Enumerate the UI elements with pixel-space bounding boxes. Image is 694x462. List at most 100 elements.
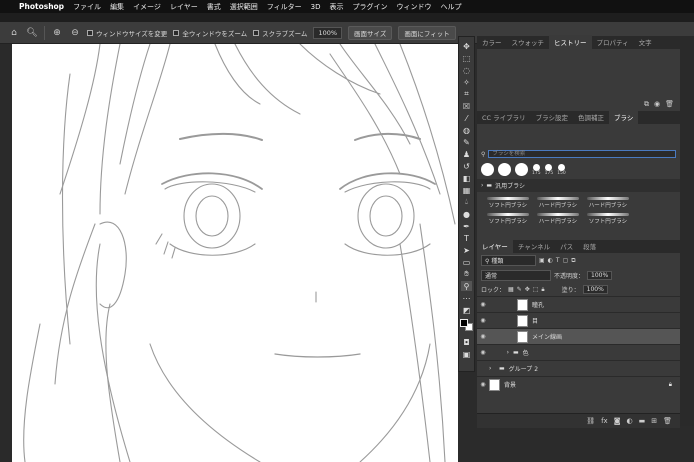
quick-mask-icon[interactable]: ◘ <box>461 337 472 347</box>
brush-tool-icon[interactable]: ✎ <box>461 137 472 147</box>
app-name-menu[interactable]: Photoshop <box>19 2 64 11</box>
tab-brushes[interactable]: ブラシ <box>609 110 639 124</box>
brush-search-input[interactable]: ブラシを検索 <box>488 150 676 158</box>
layer-kind-filter[interactable]: ⚲ 種類 <box>481 255 536 266</box>
lock-artboard-icon[interactable]: ⬚ <box>533 286 539 293</box>
brush-preset[interactable]: ハード円ブラシ <box>535 212 581 225</box>
tab-properties[interactable]: プロパティ <box>592 35 634 49</box>
foreground-color[interactable] <box>460 319 468 327</box>
zoom-value-field[interactable]: 100% <box>313 26 343 39</box>
eye-icon[interactable]: ◉ <box>477 349 489 356</box>
brush-preset[interactable]: ソフト円ブラシ <box>485 212 531 225</box>
zoom-out-icon[interactable]: ⊖ <box>69 27 81 39</box>
layer-row[interactable]: ◉ 目 <box>477 312 680 328</box>
tab-adjustments[interactable]: 色調補正 <box>573 110 609 124</box>
blur-tool-icon[interactable]: 💧︎ <box>461 197 472 207</box>
fill-field[interactable]: 100% <box>582 285 608 294</box>
lock-position-icon[interactable]: ✥ <box>525 286 530 293</box>
filter-pixel-icon[interactable]: ▣ <box>539 257 545 264</box>
hand-tool-icon[interactable]: ✋︎ <box>461 269 472 279</box>
tab-channels[interactable]: チャンネル <box>513 239 555 253</box>
blend-mode-select[interactable]: 通常 <box>481 270 551 281</box>
chevron-right-icon[interactable]: › <box>489 365 495 372</box>
magic-wand-icon[interactable]: ✧ <box>461 77 472 87</box>
tab-layers[interactable]: レイヤー <box>477 239 513 253</box>
pen-tool-icon[interactable]: ✒ <box>461 221 472 231</box>
brush-preset[interactable]: ソフト円ブラシ <box>585 212 631 225</box>
new-document-icon[interactable]: ⧉ <box>644 100 649 109</box>
filter-type-icon[interactable]: T <box>556 257 560 264</box>
filter-shape-icon[interactable]: ▢ <box>563 257 569 264</box>
tab-history[interactable]: ヒストリー <box>549 35 592 49</box>
menu-3d[interactable]: 3D <box>311 3 321 11</box>
lasso-tool-icon[interactable]: ◌ <box>461 65 472 75</box>
document-canvas[interactable] <box>0 44 458 462</box>
move-tool-icon[interactable]: ✥ <box>461 41 472 51</box>
gradient-tool-icon[interactable]: ▦ <box>461 185 472 195</box>
scrubby-zoom-checkbox[interactable]: スクラブズーム <box>253 28 307 38</box>
menu-help[interactable]: ヘルプ <box>440 2 461 12</box>
eyedropper-icon[interactable]: ⁄ <box>461 113 472 123</box>
fill-screen-button[interactable]: 画面にフィット <box>398 25 456 40</box>
tab-color[interactable]: カラー <box>477 35 507 49</box>
menu-filter[interactable]: フィルター <box>267 2 302 12</box>
eye-icon[interactable]: ◉ <box>477 381 489 388</box>
layer-group-row[interactable]: ◉ › ▬ 色 <box>477 344 680 360</box>
frame-tool-icon[interactable]: ☒ <box>461 101 472 111</box>
home-icon[interactable]: ⌂ <box>8 27 20 39</box>
shape-tool-icon[interactable]: ▭ <box>461 257 472 267</box>
dodge-tool-icon[interactable]: ● <box>461 209 472 219</box>
color-swatches[interactable] <box>460 319 473 331</box>
tab-swatches[interactable]: スウォッチ <box>507 35 550 49</box>
tab-paragraph[interactable]: 段落 <box>578 239 601 253</box>
eye-icon[interactable]: ◉ <box>477 317 489 324</box>
menu-type[interactable]: 書式 <box>207 2 221 12</box>
recent-brush[interactable] <box>515 163 528 176</box>
filter-smart-icon[interactable]: ⧉ <box>571 257 575 265</box>
fx-icon[interactable]: fx <box>601 417 608 425</box>
layer-group-row[interactable]: › ▬ グループ 2 <box>477 360 680 376</box>
checkbox-box[interactable] <box>253 29 260 36</box>
new-group-icon[interactable]: ▬ <box>639 417 646 425</box>
trash-icon[interactable]: 🗑︎ <box>665 100 674 109</box>
brush-preset[interactable]: ハード円ブラシ <box>585 196 631 209</box>
lock-pixels-icon[interactable]: ▦ <box>508 286 514 293</box>
trash-icon[interactable]: 🗑︎ <box>663 417 672 425</box>
mask-icon[interactable]: ◙ <box>614 417 621 425</box>
menu-layer[interactable]: レイヤー <box>170 2 198 12</box>
eye-icon[interactable]: ◉ <box>477 301 489 308</box>
new-layer-icon[interactable]: ⊞ <box>651 417 657 425</box>
menu-image[interactable]: イメージ <box>133 2 161 12</box>
recent-brush[interactable]: 175 <box>532 163 541 176</box>
type-tool-icon[interactable]: T <box>461 233 472 243</box>
opacity-field[interactable]: 100% <box>587 271 613 280</box>
tab-brush-settings[interactable]: ブラシ設定 <box>531 110 573 124</box>
zoom-in-icon[interactable]: ⊕ <box>51 27 63 39</box>
screen-mode-icon[interactable]: ▣ <box>461 349 472 359</box>
filter-adjust-icon[interactable]: ◐ <box>548 257 553 264</box>
menu-window[interactable]: ウィンドウ <box>396 2 431 12</box>
link-icon[interactable]: ⛓︎ <box>586 417 595 425</box>
camera-icon[interactable]: ◉ <box>654 100 660 109</box>
healing-brush-icon[interactable]: ◍ <box>461 125 472 135</box>
adjustment-icon[interactable]: ◐ <box>627 417 633 425</box>
eraser-tool-icon[interactable]: ◧ <box>461 173 472 183</box>
checkbox-box[interactable] <box>87 29 93 36</box>
marquee-tool-icon[interactable]: ⬚ <box>461 53 472 63</box>
menu-plugins[interactable]: プラグイン <box>352 2 387 12</box>
fit-screen-button[interactable]: 画面サイズ <box>348 25 393 40</box>
layer-row-selected[interactable]: ◉ メイン線画 <box>477 328 680 344</box>
checkbox-box[interactable] <box>173 29 180 36</box>
lock-all-icon[interactable]: 🔒︎ <box>541 286 544 294</box>
menu-select[interactable]: 選択範囲 <box>230 2 258 12</box>
recent-brush[interactable] <box>481 163 494 176</box>
layer-row[interactable]: ◉ 背景 🔒︎ <box>477 376 680 392</box>
crop-tool-icon[interactable]: ⌗ <box>461 89 472 99</box>
history-brush-icon[interactable]: ↺ <box>461 161 472 171</box>
recent-brush[interactable] <box>498 163 511 176</box>
eye-icon[interactable]: ◉ <box>477 333 489 340</box>
brush-preset[interactable]: ソフト円ブラシ <box>485 196 531 209</box>
menu-edit[interactable]: 編集 <box>110 2 124 12</box>
lock-paint-icon[interactable]: ✎ <box>517 286 522 293</box>
brush-preset[interactable]: ハード円ブラシ <box>535 196 581 209</box>
